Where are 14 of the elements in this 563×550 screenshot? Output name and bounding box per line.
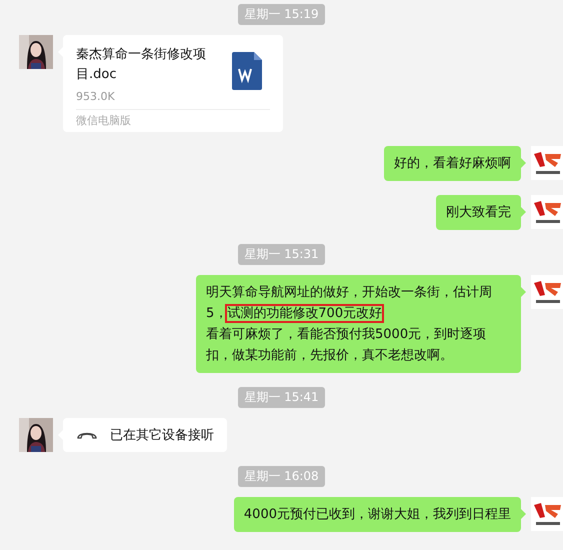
word-document-icon bbox=[232, 52, 262, 90]
timestamp: 星期一 15:41 bbox=[238, 387, 325, 408]
message-text: 好的，看着好麻烦啊 bbox=[394, 155, 511, 173]
message-text: 明天算命导航网址的做好，开始改一条街，估计周5，试测的功能修改700元改好 看着可麻烦了，看能否预付我5000元，到时逐项扣，做某功能前，先报价，真不老想改啊。 bbox=[206, 284, 493, 365]
message-text: 刚大致看完 bbox=[446, 204, 511, 222]
timestamp: 星期一 16:08 bbox=[238, 466, 325, 487]
phone-icon bbox=[76, 430, 98, 440]
message-text: 已在其它设备接听 bbox=[110, 427, 214, 444]
timestamp: 星期一 15:31 bbox=[238, 244, 325, 265]
source-label: 微信电脑版 bbox=[76, 114, 131, 127]
message-text: 4000元预付已收到，谢谢大姐，我列到日程里 bbox=[244, 506, 511, 524]
file-name: 秦杰算命一条街修改项目.doc bbox=[76, 46, 207, 84]
timestamp: 星期一 15:19 bbox=[238, 4, 325, 25]
file-size: 953.0K bbox=[76, 90, 116, 103]
